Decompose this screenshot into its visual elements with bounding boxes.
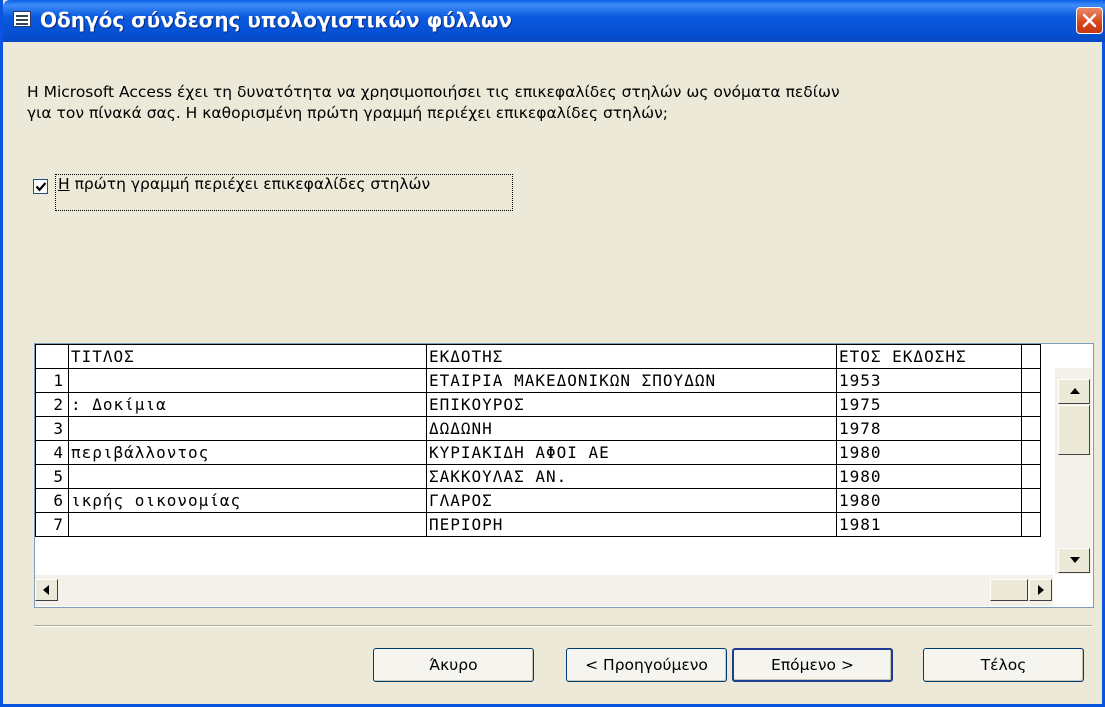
table-row[interactable]: 5 ΣΑΚΚΟΥΛΑΣ ΑΝ. 1980: [35, 464, 1041, 489]
title-cell: [68, 464, 427, 489]
first-row-headers-label[interactable]: Η πρώτη γραμμή περιέχει επικεφαλίδες στη…: [55, 174, 513, 211]
year-cell: 1980: [836, 440, 1022, 465]
label-mnemonic: Η: [58, 175, 70, 193]
close-icon: [1082, 13, 1097, 28]
table-row[interactable]: 7 ΠΕΡΙΟΡΗ 1981: [35, 512, 1041, 537]
column-header[interactable]: ΤΙΤΛΟΣ: [68, 344, 427, 369]
description-text: Η Microsoft Access έχει τη δυνατότητα να…: [27, 83, 840, 122]
publisher-cell: ΔΩΔΩΝΗ: [426, 416, 837, 441]
horizontal-scrollbar[interactable]: [35, 575, 1053, 606]
data-preview-grid[interactable]: ΤΙΤΛΟΣ ΕΚΔΟΤΗΣ ΕΤΟΣ ΕΚΔΟΣΗΣ 1 ΕΤΑΙΡΙΑ ΜΑ…: [34, 343, 1094, 608]
horizontal-scroll-thumb[interactable]: [990, 579, 1028, 601]
table-row[interactable]: 1 ΕΤΑΙΡΙΑ ΜΑΚΕΔΟΝΙΚΩΝ ΣΠΟΥΔΩΝ 1953: [35, 368, 1041, 393]
first-row-headers-checkbox-row[interactable]: Η πρώτη γραμμή περιέχει επικεφαλίδες στη…: [33, 174, 517, 212]
separator-line: [34, 625, 1092, 627]
year-cell: 1953: [836, 368, 1022, 393]
cancel-button[interactable]: Άκυρο: [373, 648, 534, 682]
publisher-cell: ΕΤΑΙΡΙΑ ΜΑΚΕΔΟΝΙΚΩΝ ΣΠΟΥΔΩΝ: [426, 368, 837, 393]
row-number: 6: [35, 488, 69, 513]
year-cell: 1980: [836, 464, 1022, 489]
year-cell: 1981: [836, 512, 1022, 537]
title-cell: ικρής οικονομίας: [68, 488, 427, 513]
corner-cell: [35, 344, 69, 369]
arrow-right-icon: [1038, 585, 1044, 595]
table-row[interactable]: 2 : Δοκίμια ΕΠΙΚΟΥΡΟΣ 1975: [35, 392, 1041, 417]
year-cell: 1980: [836, 488, 1022, 513]
app-icon: [13, 11, 31, 27]
checkmark-icon: [35, 182, 47, 192]
scroll-right-button[interactable]: [1029, 579, 1052, 601]
publisher-cell: ΓΛΑΡΟΣ: [426, 488, 837, 513]
empty-cell: [1021, 392, 1041, 417]
grid-area[interactable]: ΤΙΤΛΟΣ ΕΚΔΟΤΗΣ ΕΤΟΣ ΕΚΔΟΣΗΣ 1 ΕΤΑΙΡΙΑ ΜΑ…: [35, 344, 1053, 574]
empty-cell: [1021, 488, 1041, 513]
row-number: 3: [35, 416, 69, 441]
wizard-window: Οδηγός σύνδεσης υπολογιστικών φύλλων Η M…: [0, 0, 1105, 707]
row-number: 5: [35, 464, 69, 489]
vertical-scrollbar[interactable]: [1055, 368, 1092, 574]
year-cell: 1975: [836, 392, 1022, 417]
arrow-down-icon: [1070, 557, 1080, 563]
column-header[interactable]: ΕΚΔΟΤΗΣ: [426, 344, 837, 369]
title-cell: [68, 416, 427, 441]
empty-cell: [1021, 440, 1041, 465]
scroll-up-button[interactable]: [1058, 379, 1090, 404]
row-number: 7: [35, 512, 69, 537]
row-number: 1: [35, 368, 69, 393]
back-button[interactable]: < Προηγούμενο: [566, 648, 727, 682]
empty-cell: [1021, 512, 1041, 537]
title-cell: περιβάλλοντος: [68, 440, 427, 465]
empty-cell: [1021, 416, 1041, 441]
publisher-cell: ΠΕΡΙΟΡΗ: [426, 512, 837, 537]
window-title: Οδηγός σύνδεσης υπολογιστικών φύλλων: [40, 8, 513, 32]
finish-button[interactable]: Τέλος: [923, 648, 1084, 682]
publisher-cell: ΕΠΙΚΟΥΡΟΣ: [426, 392, 837, 417]
table-row[interactable]: 4 περιβάλλοντος ΚΥΡΙΑΚΙΔΗ ΑΦΟΙ ΑΕ 1980: [35, 440, 1041, 465]
year-cell: 1978: [836, 416, 1022, 441]
row-number: 2: [35, 392, 69, 417]
table-row[interactable]: 6 ικρής οικονομίας ΓΛΑΡΟΣ 1980: [35, 488, 1041, 513]
title-cell: [68, 512, 427, 537]
first-row-headers-checkbox[interactable]: [33, 179, 48, 194]
label-text: πρώτη γραμμή περιέχει επικεφαλίδες στηλώ…: [69, 175, 431, 193]
arrow-left-icon: [43, 585, 49, 595]
title-bar[interactable]: Οδηγός σύνδεσης υπολογιστικών φύλλων: [3, 0, 1105, 42]
column-header-empty: [1021, 344, 1041, 369]
close-button[interactable]: [1076, 7, 1103, 34]
scroll-down-button[interactable]: [1058, 548, 1090, 573]
next-button[interactable]: Επόμενο >: [732, 648, 893, 682]
empty-cell: [1021, 368, 1041, 393]
publisher-cell: ΣΑΚΚΟΥΛΑΣ ΑΝ.: [426, 464, 837, 489]
row-number: 4: [35, 440, 69, 465]
publisher-cell: ΚΥΡΙΑΚΙΔΗ ΑΦΟΙ ΑΕ: [426, 440, 837, 465]
scroll-left-button[interactable]: [35, 579, 58, 601]
column-header[interactable]: ΕΤΟΣ ΕΚΔΟΣΗΣ: [836, 344, 1022, 369]
table-row[interactable]: 3 ΔΩΔΩΝΗ 1978: [35, 416, 1041, 441]
title-cell: [68, 368, 427, 393]
title-cell: : Δοκίμια: [68, 392, 427, 417]
header-row: ΤΙΤΛΟΣ ΕΚΔΟΤΗΣ ΕΤΟΣ ΕΚΔΟΣΗΣ: [35, 344, 1041, 369]
empty-cell: [1021, 464, 1041, 489]
arrow-up-icon: [1070, 388, 1080, 394]
vertical-scroll-thumb[interactable]: [1058, 405, 1090, 455]
